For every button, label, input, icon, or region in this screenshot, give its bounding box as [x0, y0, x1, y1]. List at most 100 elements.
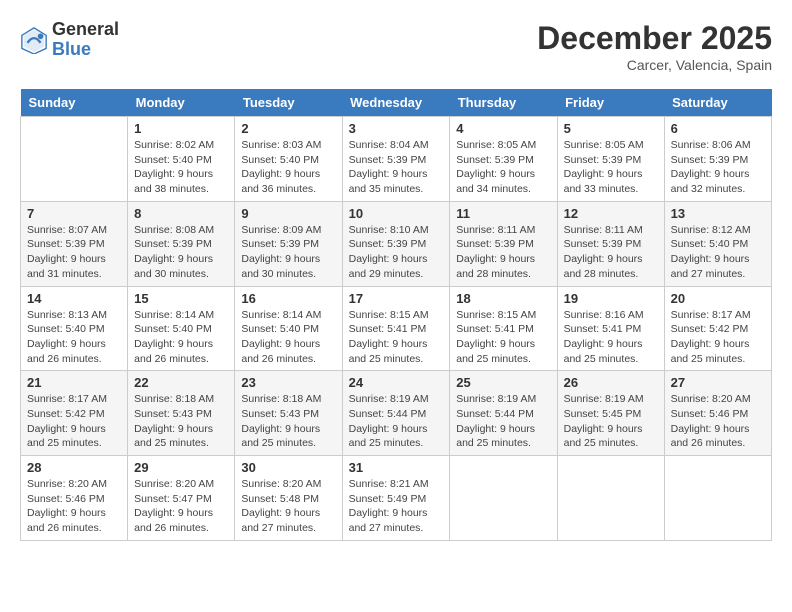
calendar-cell: 25Sunrise: 8:19 AM Sunset: 5:44 PM Dayli… — [450, 371, 557, 456]
day-info: Sunrise: 8:20 AM Sunset: 5:48 PM Dayligh… — [241, 477, 335, 536]
calendar-cell: 20 Sunrise: 8:17 AM Sunset: 5:42 PM Dayli… — [664, 286, 771, 371]
calendar-cell — [557, 456, 664, 541]
day-info: Sunrise: 8:19 AM Sunset: 5:44 PM Dayligh… — [349, 392, 444, 451]
month-title: December 2025 — [537, 20, 772, 57]
day-number: 2 — [241, 121, 335, 136]
day-number: 24 — [349, 375, 444, 390]
day-info: Sunrise: 8:15 AM Sunset: 5:41 PM Dayligh… — [456, 308, 550, 367]
day-number: 1 — [134, 121, 228, 136]
logo-general: General — [52, 20, 119, 40]
day-number: 19 — [564, 291, 658, 306]
calendar-cell: 1 Sunrise: 8:02 AM Sunset: 5:40 PM Daylig… — [128, 117, 235, 202]
weekday-header: Wednesday — [342, 89, 450, 117]
day-info: Sunrise: 8:07 AM Sunset: 5:39 PM Dayligh… — [27, 223, 121, 282]
day-info: Sunrise: 8:19 AM Sunset: 5:44 PM Dayligh… — [456, 392, 550, 451]
calendar-cell: 30 Sunrise: 8:20 AM Sunset: 5:48 PM Dayli… — [235, 456, 342, 541]
calendar-cell: 19 Sunrise: 8:16 AM Sunset: 5:41 PM Dayli… — [557, 286, 664, 371]
day-number: 17 — [349, 291, 444, 306]
day-number: 21 — [27, 375, 121, 390]
day-number: 23 — [241, 375, 335, 390]
calendar-week-row: 1 Sunrise: 8:02 AM Sunset: 5:40 PM Daylig… — [21, 117, 772, 202]
title-block: December 2025 Carcer, Valencia, Spain — [537, 20, 772, 73]
day-info: Sunrise: 8:19 AM Sunset: 5:45 PM Dayligh… — [564, 392, 658, 451]
calendar-cell: 24 Sunrise: 8:19 AM Sunset: 5:44 PM Dayli… — [342, 371, 450, 456]
day-number: 22 — [134, 375, 228, 390]
weekday-header: Saturday — [664, 89, 771, 117]
day-info: Sunrise: 8:06 AM Sunset: 5:39 PM Dayligh… — [671, 138, 765, 197]
calendar-cell — [664, 456, 771, 541]
calendar-cell: 23 Sunrise: 8:18 AM Sunset: 5:43 PM Dayli… — [235, 371, 342, 456]
day-number: 15 — [134, 291, 228, 306]
calendar-cell: 11 Sunrise: 8:11 AM Sunset: 5:39 PM Dayli… — [450, 201, 557, 286]
weekday-header: Tuesday — [235, 89, 342, 117]
day-info: Sunrise: 8:16 AM Sunset: 5:41 PM Dayligh… — [564, 308, 658, 367]
calendar-cell: 31Sunrise: 8:21 AM Sunset: 5:49 PM Dayli… — [342, 456, 450, 541]
calendar-cell: 22 Sunrise: 8:18 AM Sunset: 5:43 PM Dayli… — [128, 371, 235, 456]
day-info: Sunrise: 8:15 AM Sunset: 5:41 PM Dayligh… — [349, 308, 444, 367]
day-number: 29 — [134, 460, 228, 475]
day-info: Sunrise: 8:08 AM Sunset: 5:39 PM Dayligh… — [134, 223, 228, 282]
day-info: Sunrise: 8:18 AM Sunset: 5:43 PM Dayligh… — [241, 392, 335, 451]
location: Carcer, Valencia, Spain — [537, 57, 772, 73]
calendar-cell: 3 Sunrise: 8:04 AM Sunset: 5:39 PM Daylig… — [342, 117, 450, 202]
day-info: Sunrise: 8:11 AM Sunset: 5:39 PM Dayligh… — [564, 223, 658, 282]
day-number: 20 — [671, 291, 765, 306]
day-info: Sunrise: 8:18 AM Sunset: 5:43 PM Dayligh… — [134, 392, 228, 451]
logo-blue: Blue — [52, 40, 119, 60]
logo: General Blue — [20, 20, 119, 60]
weekday-header: Monday — [128, 89, 235, 117]
day-info: Sunrise: 8:11 AM Sunset: 5:39 PM Dayligh… — [456, 223, 550, 282]
calendar-cell: 21 Sunrise: 8:17 AM Sunset: 5:42 PM Dayli… — [21, 371, 128, 456]
day-number: 4 — [456, 121, 550, 136]
day-number: 5 — [564, 121, 658, 136]
calendar-header-row: SundayMondayTuesdayWednesdayThursdayFrid… — [21, 89, 772, 117]
day-number: 27 — [671, 375, 765, 390]
day-info: Sunrise: 8:14 AM Sunset: 5:40 PM Dayligh… — [241, 308, 335, 367]
calendar-cell: 29Sunrise: 8:20 AM Sunset: 5:47 PM Dayli… — [128, 456, 235, 541]
logo-icon — [20, 26, 48, 54]
logo-text: General Blue — [52, 20, 119, 60]
calendar-cell: 26 Sunrise: 8:19 AM Sunset: 5:45 PM Dayli… — [557, 371, 664, 456]
day-number: 3 — [349, 121, 444, 136]
calendar-cell: 4 Sunrise: 8:05 AM Sunset: 5:39 PM Daylig… — [450, 117, 557, 202]
day-number: 18 — [456, 291, 550, 306]
day-number: 13 — [671, 206, 765, 221]
calendar-cell: 18 Sunrise: 8:15 AM Sunset: 5:41 PM Dayli… — [450, 286, 557, 371]
weekday-header: Friday — [557, 89, 664, 117]
calendar-table: SundayMondayTuesdayWednesdayThursdayFrid… — [20, 89, 772, 541]
day-number: 30 — [241, 460, 335, 475]
day-number: 26 — [564, 375, 658, 390]
page-header: General Blue December 2025 Carcer, Valen… — [20, 20, 772, 73]
weekday-header: Sunday — [21, 89, 128, 117]
day-number: 7 — [27, 206, 121, 221]
day-number: 9 — [241, 206, 335, 221]
day-info: Sunrise: 8:02 AM Sunset: 5:40 PM Dayligh… — [134, 138, 228, 197]
calendar-cell — [21, 117, 128, 202]
calendar-cell: 14 Sunrise: 8:13 AM Sunset: 5:40 PM Dayli… — [21, 286, 128, 371]
calendar-cell: 13 Sunrise: 8:12 AM Sunset: 5:40 PM Dayli… — [664, 201, 771, 286]
day-info: Sunrise: 8:14 AM Sunset: 5:40 PM Dayligh… — [134, 308, 228, 367]
day-number: 28 — [27, 460, 121, 475]
day-info: Sunrise: 8:13 AM Sunset: 5:40 PM Dayligh… — [27, 308, 121, 367]
day-info: Sunrise: 8:10 AM Sunset: 5:39 PM Dayligh… — [349, 223, 444, 282]
calendar-cell: 17 Sunrise: 8:15 AM Sunset: 5:41 PM Dayli… — [342, 286, 450, 371]
day-info: Sunrise: 8:17 AM Sunset: 5:42 PM Dayligh… — [27, 392, 121, 451]
day-info: Sunrise: 8:20 AM Sunset: 5:46 PM Dayligh… — [27, 477, 121, 536]
day-number: 11 — [456, 206, 550, 221]
day-info: Sunrise: 8:12 AM Sunset: 5:40 PM Dayligh… — [671, 223, 765, 282]
calendar-cell: 27 Sunrise: 8:20 AM Sunset: 5:46 PM Dayli… — [664, 371, 771, 456]
day-number: 14 — [27, 291, 121, 306]
calendar-week-row: 7 Sunrise: 8:07 AM Sunset: 5:39 PM Daylig… — [21, 201, 772, 286]
calendar-cell: 7 Sunrise: 8:07 AM Sunset: 5:39 PM Daylig… — [21, 201, 128, 286]
day-info: Sunrise: 8:17 AM Sunset: 5:42 PM Dayligh… — [671, 308, 765, 367]
calendar-week-row: 14 Sunrise: 8:13 AM Sunset: 5:40 PM Dayli… — [21, 286, 772, 371]
day-number: 6 — [671, 121, 765, 136]
day-info: Sunrise: 8:05 AM Sunset: 5:39 PM Dayligh… — [456, 138, 550, 197]
day-info: Sunrise: 8:04 AM Sunset: 5:39 PM Dayligh… — [349, 138, 444, 197]
calendar-week-row: 28 Sunrise: 8:20 AM Sunset: 5:46 PM Dayli… — [21, 456, 772, 541]
calendar-cell — [450, 456, 557, 541]
day-info: Sunrise: 8:20 AM Sunset: 5:46 PM Dayligh… — [671, 392, 765, 451]
day-number: 8 — [134, 206, 228, 221]
day-info: Sunrise: 8:09 AM Sunset: 5:39 PM Dayligh… — [241, 223, 335, 282]
day-number: 12 — [564, 206, 658, 221]
